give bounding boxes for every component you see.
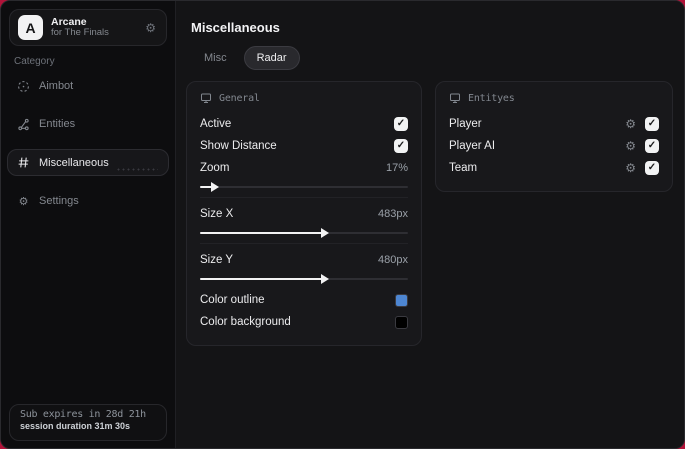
entity-label: Player (449, 118, 482, 130)
category-label: Category (14, 56, 55, 67)
color-row-background: Color background (200, 311, 408, 333)
slider-row-size-x: Size X 483px (200, 203, 408, 225)
entity-row-player-ai: Player AI ⚙ ✓ (449, 135, 659, 157)
general-panel-title: General (219, 92, 260, 104)
crosshair-icon (17, 80, 30, 93)
tab-radar[interactable]: Radar (243, 46, 300, 70)
entity-label: Player AI (449, 140, 496, 152)
monitor-icon (201, 93, 211, 103)
sidebar-item-label: Settings (39, 195, 79, 207)
slider-row-zoom: Zoom 17% (200, 157, 408, 179)
team-checkbox[interactable]: ✓ (645, 161, 659, 175)
sub-expiry-text: Sub expires in 28d 21h (20, 409, 146, 420)
slider-value: 480px (378, 254, 408, 266)
sidebar-item-miscellaneous[interactable]: Miscellaneous (7, 149, 169, 176)
zoom-slider[interactable] (200, 181, 408, 193)
misc-icon (17, 156, 30, 169)
slider-thumb[interactable] (320, 274, 329, 284)
background-color-swatch[interactable] (395, 315, 408, 329)
entities-panel: Entityes Player ⚙ ✓ Player AI ⚙ ✓ Team ⚙… (435, 81, 673, 192)
entities-icon (17, 118, 30, 131)
slider-label: Size X (200, 208, 234, 220)
main-content: Miscellaneous Misc Radar General Active … (176, 1, 684, 448)
entities-panel-title: Entityes (468, 92, 515, 104)
entity-gear-icon[interactable]: ⚙ (625, 118, 636, 130)
slider-thumb[interactable] (210, 182, 219, 192)
general-panel: General Active ✓ Show Distance ✓ Zoom 17… (186, 81, 422, 346)
color-row-outline: Color outline (200, 289, 408, 311)
tab-misc[interactable]: Misc (191, 46, 240, 70)
size-y-slider[interactable] (200, 273, 408, 285)
toggle-row-active: Active ✓ (200, 113, 408, 135)
slider-row-size-y: Size Y 480px (200, 249, 408, 271)
slider-thumb[interactable] (320, 228, 329, 238)
page-title: Miscellaneous (191, 20, 280, 35)
slider-value: 483px (378, 208, 408, 220)
brand-gear-icon[interactable]: ⚙ (145, 21, 156, 35)
player-checkbox[interactable]: ✓ (645, 117, 659, 131)
sidebar-item-label: Miscellaneous (39, 156, 109, 169)
entity-label: Team (449, 162, 478, 174)
toggle-label: Show Distance (200, 140, 277, 152)
monitor-icon (450, 93, 460, 103)
subscription-card: Sub expires in 28d 21h session duration … (9, 404, 167, 441)
toggle-label: Active (200, 118, 232, 130)
entity-gear-icon[interactable]: ⚙ (625, 140, 636, 152)
slider-label: Zoom (200, 162, 230, 174)
entity-row-player: Player ⚙ ✓ (449, 113, 659, 135)
sidebar-item-label: Entities (39, 118, 76, 130)
panels-container: General Active ✓ Show Distance ✓ Zoom 17… (186, 81, 674, 346)
player-ai-checkbox[interactable]: ✓ (645, 139, 659, 153)
gear-icon: ⚙ (18, 195, 29, 208)
active-checkbox[interactable]: ✓ (394, 117, 408, 131)
show-distance-checkbox[interactable]: ✓ (394, 139, 408, 153)
sidebar-item-settings[interactable]: ⚙ Settings (7, 188, 169, 214)
sidebar-item-entities[interactable]: Entities (7, 111, 169, 137)
sidebar-item-aimbot[interactable]: Aimbot (7, 73, 169, 99)
slider-label: Size Y (200, 254, 234, 266)
tab-bar: Misc Radar (191, 46, 300, 70)
color-label: Color outline (200, 294, 265, 306)
slider-value: 17% (385, 162, 408, 174)
brand-subtitle: for The Finals (51, 27, 109, 39)
sidebar: A Arcane for The Finals ⚙ Category Aimbo… (1, 1, 176, 448)
brand-card: A Arcane for The Finals ⚙ (9, 9, 167, 46)
toggle-row-show-distance: Show Distance ✓ (200, 135, 408, 157)
outline-color-swatch[interactable] (395, 293, 408, 307)
sidebar-item-label: Aimbot (39, 80, 74, 92)
session-duration-text: session duration 31m 30s (20, 421, 131, 431)
entity-gear-icon[interactable]: ⚙ (625, 162, 636, 174)
size-x-slider[interactable] (200, 227, 408, 239)
sidebar-nav: Aimbot Entities Miscellaneous ⚙ Settings (7, 73, 169, 216)
entity-row-team: Team ⚙ ✓ (449, 157, 659, 179)
app-window: A Arcane for The Finals ⚙ Category Aimbo… (0, 0, 685, 449)
app-logo: A (18, 15, 43, 40)
color-label: Color background (200, 316, 291, 328)
